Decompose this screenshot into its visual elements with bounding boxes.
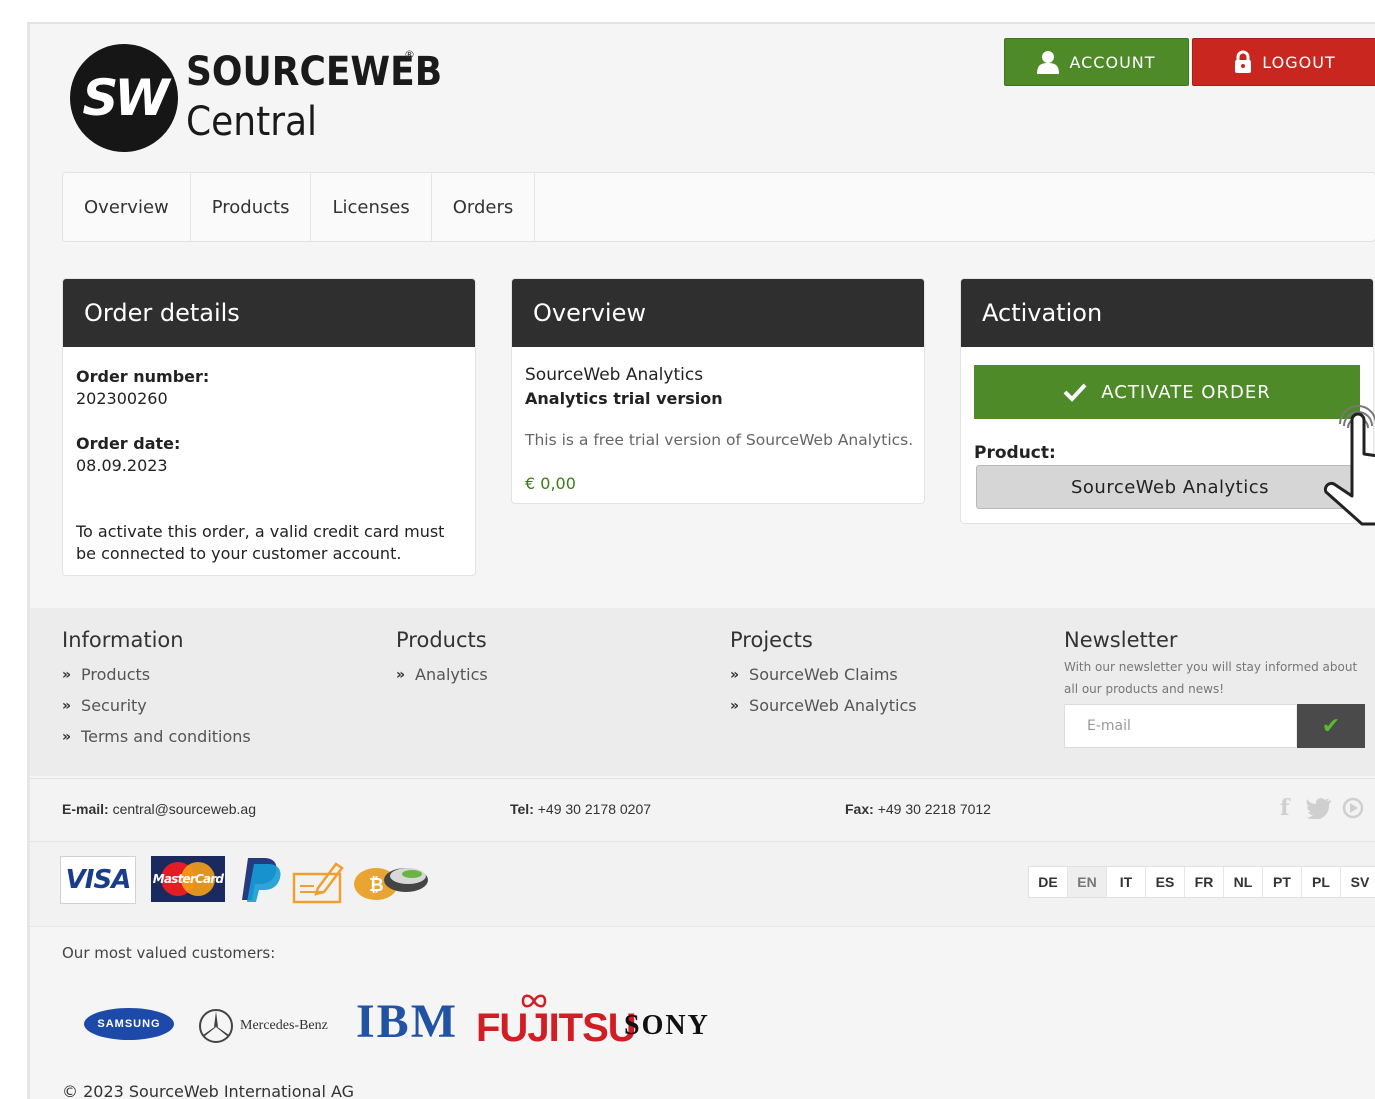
registered-mark: ® [404, 48, 415, 61]
footer-information-list: » Products » Security » Terms and condition… [62, 659, 251, 752]
lang-pt[interactable]: PT [1263, 867, 1302, 897]
footer-products-title: Products [396, 628, 487, 652]
play-icon[interactable] [1342, 797, 1364, 819]
double-chevron-icon: » [62, 697, 72, 714]
order-date-label: Order date: [76, 434, 181, 453]
order-number-label: Order number: [76, 367, 210, 386]
double-chevron-icon: » [396, 666, 406, 683]
overview-panel: Overview SourceWeb Analytics Analytics t… [511, 278, 925, 504]
checkmark-icon [1063, 383, 1087, 402]
activate-order-button[interactable]: ACTIVATE ORDER [974, 365, 1360, 419]
invoice-payment-icon [292, 862, 344, 904]
account-label: ACCOUNT [1069, 52, 1156, 72]
twitter-icon[interactable] [1306, 797, 1332, 819]
nav-item-orders[interactable]: Orders [432, 173, 536, 241]
bitcoin-logo: ₿ [354, 868, 428, 900]
footer-link-terms[interactable]: » Terms and conditions [62, 721, 251, 752]
lock-icon [1235, 50, 1252, 73]
mercedes-benz-logo: Mercedes-Benz [240, 1018, 328, 1033]
double-chevron-icon: » [62, 728, 72, 745]
double-chevron-icon: » [730, 697, 740, 714]
page: SW SOURCEWEB ® Central ACCOUNT LOGOUT Ov… [27, 22, 1375, 1099]
nav-item-overview[interactable]: Overview [63, 173, 191, 241]
user-icon [1037, 51, 1060, 74]
footer-links-section: Information » Products » Security » Terms a… [30, 608, 1375, 776]
overview-product-name: SourceWeb Analytics [525, 365, 704, 385]
footer-projects-title: Projects [730, 628, 813, 652]
nav-item-products[interactable]: Products [191, 173, 312, 241]
activation-title: Activation [961, 279, 1373, 347]
lang-pl[interactable]: PL [1302, 867, 1341, 897]
lang-it[interactable]: IT [1107, 867, 1146, 897]
contact-tel: Tel: +49 30 2178 0207 [510, 801, 652, 817]
product-label: Product: [974, 443, 1056, 463]
lang-sv[interactable]: SV [1341, 867, 1375, 897]
lang-nl[interactable]: NL [1224, 867, 1263, 897]
ibm-logo: IBM [356, 995, 458, 1048]
visa-logo: VISA [60, 856, 136, 904]
product-select[interactable]: SourceWeb Analytics [976, 465, 1364, 509]
checkmark-icon: ✔ [1321, 713, 1341, 739]
contact-email-link[interactable]: central@sourceweb.ag [113, 801, 256, 817]
footer-projects-list: » SourceWeb Claims » SourceWeb Analytics [730, 659, 917, 721]
double-chevron-icon: » [730, 666, 740, 683]
lang-de[interactable]: DE [1029, 867, 1068, 897]
payment-language-row: VISA MasterCard ₿ DE EN IT ES FR NL PT P… [30, 842, 1375, 927]
activation-panel: Activation ACTIVATE ORDER Product: Sourc… [960, 278, 1374, 524]
contact-email: E-mail: central@sourceweb.ag [62, 801, 256, 817]
footer-link-sourceweb-claims[interactable]: » SourceWeb Claims [730, 659, 917, 690]
facebook-icon[interactable]: f [1280, 795, 1289, 821]
logout-button[interactable]: LOGOUT [1192, 38, 1375, 86]
copyright: © 2023 SourceWeb International AG [62, 1082, 355, 1099]
lang-fr[interactable]: FR [1185, 867, 1224, 897]
footer-link-sourceweb-analytics[interactable]: » SourceWeb Analytics [730, 690, 917, 721]
order-details-title: Order details [63, 279, 475, 347]
customers-label: Our most valued customers: [62, 944, 276, 962]
paypal-logo [242, 858, 281, 902]
newsletter-text: With our newsletter you will stay inform… [1064, 660, 1358, 696]
fujitsu-infinity-mark [521, 994, 547, 1008]
sony-logo: SONY [624, 1010, 710, 1041]
order-number-value: 202300260 [76, 389, 168, 408]
lang-es[interactable]: ES [1146, 867, 1185, 897]
mercedes-star-logo [199, 1009, 233, 1043]
footer-information-title: Information [62, 628, 184, 652]
hand-pointer-icon [1323, 405, 1375, 526]
footer-link-products[interactable]: » Products [62, 659, 251, 690]
samsung-logo: SAMSUNG [84, 1008, 174, 1040]
order-activation-note: To activate this order, a valid credit c… [76, 522, 445, 563]
activate-order-label: ACTIVATE ORDER [1101, 381, 1271, 403]
order-date-value: 08.09.2023 [76, 456, 168, 475]
footer-newsletter-title: Newsletter [1064, 628, 1178, 652]
lang-en[interactable]: EN [1068, 867, 1107, 897]
contact-row: E-mail: central@sourceweb.ag Tel: +49 30… [30, 778, 1375, 842]
logo-subtitle: Central [186, 99, 318, 145]
footer-link-security[interactable]: » Security [62, 690, 251, 721]
overview-description: This is a free trial version of SourceWe… [525, 431, 914, 449]
main-nav: Overview Products Licenses Orders [62, 172, 1375, 242]
logo-mark: SW [70, 44, 178, 152]
newsletter-submit-button[interactable]: ✔ [1297, 704, 1365, 748]
overview-product-variant: Analytics trial version [525, 389, 723, 408]
contact-fax: Fax: +49 30 2218 7012 [845, 801, 991, 817]
newsletter-email-input[interactable]: E-mail [1064, 704, 1296, 748]
fujitsu-logo: FUJITSU [476, 1006, 637, 1050]
nav-item-licenses[interactable]: Licenses [311, 173, 432, 241]
footer-link-analytics[interactable]: » Analytics [396, 659, 488, 690]
double-chevron-icon: » [62, 666, 72, 683]
account-button[interactable]: ACCOUNT [1004, 38, 1189, 86]
overview-title: Overview [512, 279, 924, 347]
mastercard-logo: MasterCard [151, 856, 225, 902]
svg-text:₿: ₿ [369, 875, 384, 896]
order-details-panel: Order details Order number: 202300260 Or… [62, 278, 476, 576]
logout-label: LOGOUT [1262, 52, 1336, 72]
overview-price: € 0,00 [525, 474, 576, 493]
language-switcher: DE EN IT ES FR NL PT PL SV [1028, 866, 1375, 898]
footer-products-list: » Analytics [396, 659, 488, 690]
